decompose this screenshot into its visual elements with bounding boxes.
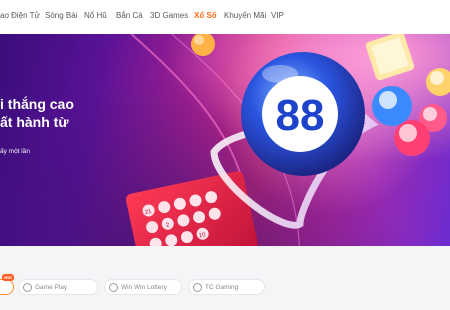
lottery-ticket: 21 2 10 <box>125 171 258 246</box>
nav-item-casino-electronic[interactable]: ao Điện Tử <box>0 11 40 20</box>
hero-headline-line1: i thắng cao <box>0 96 74 112</box>
hero-banner[interactable]: 21 2 10 88 i thắng cao ất hành từ ấy một… <box>0 34 450 246</box>
provider-chip-win-win-lottery[interactable]: Win Win Lottery <box>104 279 182 295</box>
gameplay-icon <box>23 282 32 292</box>
top-nav: ao Điện Tử Sòng Bài Nổ Hũ Bắn Cá 3D Game… <box>0 0 450 34</box>
provider-chip-label: Game Play <box>35 283 68 291</box>
hero-headline-line2: ất hành từ <box>0 114 69 130</box>
hot-badge: Hot <box>2 274 14 281</box>
provider-chip-label: TC Gaming <box>205 283 239 291</box>
provider-chip-active[interactable] <box>0 279 14 295</box>
svg-text:88: 88 <box>276 91 325 140</box>
nav-item-vip[interactable]: VIP <box>271 11 284 20</box>
hero-subtext: ấy một lần <box>0 148 30 155</box>
provider-chip-tc-gaming[interactable]: TC Gaming <box>188 279 265 295</box>
tc-gaming-icon <box>193 282 202 292</box>
nav-item-fishing[interactable]: Bắn Cá <box>116 11 143 20</box>
nav-item-lottery[interactable]: Xổ Số <box>194 11 217 20</box>
nav-item-slots[interactable]: Nổ Hũ <box>84 11 107 20</box>
page: ao Điện Tử Sòng Bài Nổ Hũ Bắn Cá 3D Game… <box>0 0 450 310</box>
hero-illustration: 21 2 10 88 <box>125 34 450 246</box>
nav-item-casino[interactable]: Sòng Bài <box>45 11 77 20</box>
winwin-icon <box>109 282 118 292</box>
provider-bar: Hot Game Play Win Win Lottery TC Gaming <box>0 246 450 310</box>
provider-chip-label: Win Win Lottery <box>121 283 167 291</box>
provider-chip-game-play[interactable]: Game Play <box>18 279 98 295</box>
nav-item-3d-games[interactable]: 3D Games <box>150 11 188 20</box>
nav-item-promotions[interactable]: Khuyến Mãi <box>224 11 266 20</box>
